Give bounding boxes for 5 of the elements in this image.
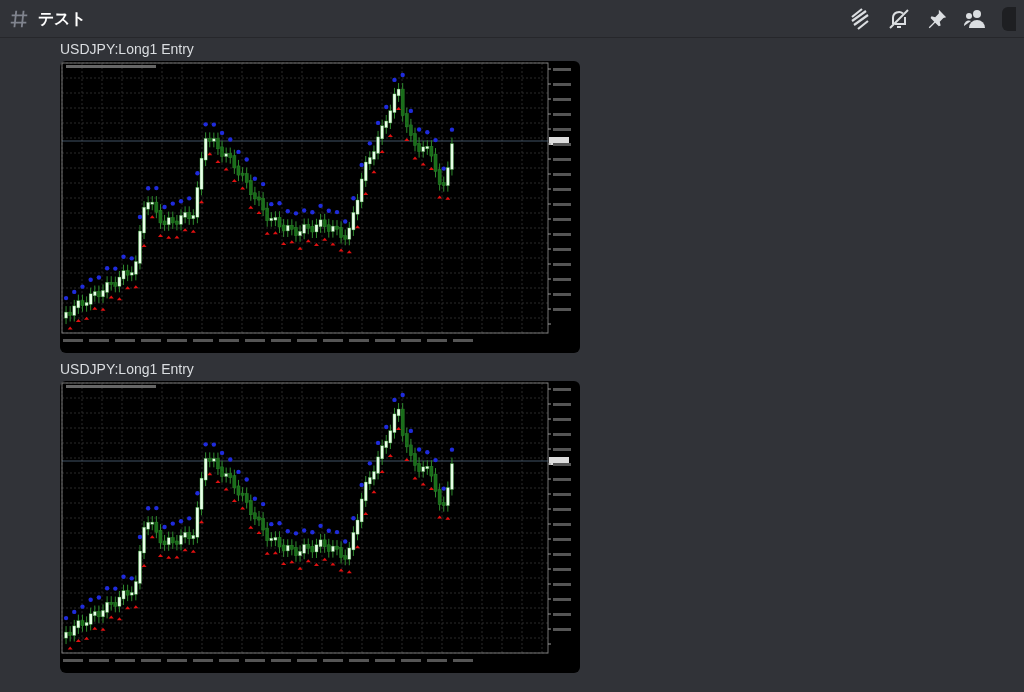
channel-name: テスト	[38, 8, 86, 29]
message-text: USDJPY:Long1 Entry	[60, 360, 195, 378]
bell-slash-icon[interactable]	[887, 6, 911, 31]
pin-icon[interactable]	[926, 7, 948, 30]
message-text: USDJPY:Long1 Entry	[60, 40, 195, 58]
